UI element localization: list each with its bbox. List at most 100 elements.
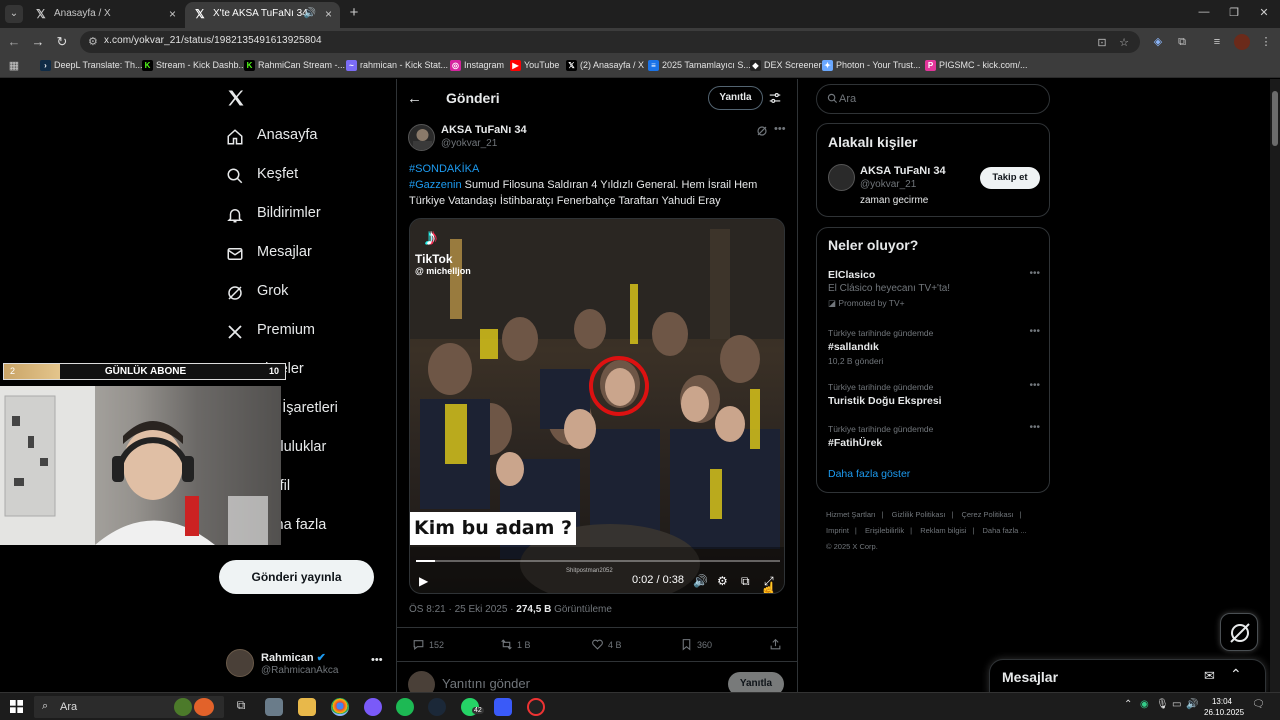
browser-tab-post[interactable]: 𝕏 X'te AKSA TuFaNı 34: "#SOI 🔊 ×	[185, 2, 340, 28]
bookmark-item[interactable]: ✦ Photon - Your Trust...	[822, 60, 921, 71]
post-timestamp[interactable]: ÖS 8:21 · 25 Eki 2025 ·	[409, 604, 516, 615]
spotify-icon[interactable]	[396, 698, 414, 716]
volume-icon[interactable]: 🔊	[1186, 699, 1198, 710]
app-icon[interactable]	[364, 698, 382, 716]
reload-icon[interactable]: ↻	[54, 34, 70, 50]
footer-link[interactable]: Reklam bilgisi	[920, 526, 966, 535]
bookmark-item[interactable]: ◆ DEX Screener	[750, 60, 822, 71]
whatsapp-icon[interactable]: 42	[461, 698, 484, 716]
profile-avatar-icon[interactable]	[1234, 34, 1250, 50]
show-more-link[interactable]: Daha fazla göster	[828, 468, 910, 480]
browser-menu-icon[interactable]: ⋮	[1258, 34, 1274, 50]
new-message-icon[interactable]: ✉	[1204, 668, 1215, 684]
bookmark-item[interactable]: › DeepL Translate: Th...	[40, 60, 143, 71]
trend-item[interactable]: Türkiye tarihinde gündemde #sallandık 10…	[828, 326, 1040, 368]
app-icon[interactable]	[265, 698, 283, 716]
x-logo-icon[interactable]	[226, 88, 246, 108]
sliders-icon[interactable]	[768, 91, 782, 105]
extensions-puzzle-icon[interactable]: ⧉	[1174, 34, 1190, 50]
bookmark-item[interactable]: ◎ Instagram	[450, 60, 504, 71]
close-window-button[interactable]: ✕	[1254, 6, 1274, 19]
bookmark-item[interactable]: ~ rahmican - Kick Stat...	[346, 60, 448, 71]
notifications-icon[interactable]: 🗨	[1252, 699, 1265, 710]
play-icon[interactable]: ▶	[419, 574, 428, 588]
bookmark-item[interactable]: ▶ YouTube	[510, 60, 559, 71]
hashtag-link[interactable]: #Gazzenin	[409, 179, 462, 191]
more-dots-icon[interactable]: •••	[1029, 422, 1040, 433]
tab-close-icon[interactable]: ×	[169, 2, 176, 26]
microphone-icon[interactable]: 🎙	[1156, 699, 1169, 710]
messages-drawer[interactable]: Mesajlar ✉ ⌃	[989, 659, 1266, 692]
network-icon[interactable]: ▭	[1172, 699, 1181, 710]
task-view-icon[interactable]: ⧉	[232, 698, 250, 716]
related-name[interactable]: AKSA TuFaNı 34	[860, 165, 946, 177]
video-progress-bar[interactable]	[416, 560, 780, 562]
bookmark-action[interactable]: 360	[680, 638, 712, 651]
footer-link[interactable]: Çerez Politikası	[961, 510, 1013, 519]
more-dots-icon[interactable]: •••	[774, 123, 786, 135]
bookmark-star-icon[interactable]: ☆	[1117, 36, 1131, 49]
footer-link[interactable]: Erişilebilirlik	[865, 526, 904, 535]
page-scrollbar[interactable]	[1270, 79, 1280, 692]
follow-button[interactable]: Takip et	[980, 167, 1040, 189]
bookmark-item[interactable]: K Stream - Kick Dashb...	[142, 60, 246, 71]
post-button[interactable]: Gönderi yayınla	[219, 560, 374, 594]
more-dots-icon[interactable]: •••	[1029, 268, 1040, 279]
more-dots-icon[interactable]: •••	[1029, 326, 1040, 337]
more-dots-icon[interactable]: •••	[371, 654, 383, 666]
install-app-icon[interactable]: ⊡	[1095, 36, 1109, 49]
search-input[interactable]: Ara	[816, 84, 1050, 114]
steam-icon[interactable]	[428, 698, 446, 716]
like-action[interactable]: 4 B	[591, 638, 622, 651]
avatar[interactable]	[828, 164, 855, 191]
forward-icon[interactable]: →	[30, 34, 46, 50]
media-control-icon[interactable]: ≡	[1209, 34, 1225, 50]
author-name[interactable]: AKSA TuFaNı 34	[441, 124, 527, 136]
reply-header-button[interactable]: Yanıtla	[708, 86, 763, 110]
file-explorer-icon[interactable]	[298, 698, 316, 716]
chrome-icon[interactable]	[331, 698, 349, 716]
address-bar[interactable]: ⚙ x.com/yokvar_21/status/198213549161392…	[80, 31, 1140, 53]
pip-icon[interactable]: ⧉	[741, 574, 750, 589]
site-info-icon[interactable]: ⚙	[88, 35, 98, 48]
chevron-up-icon[interactable]: ⌃	[1124, 699, 1132, 710]
bookmark-item[interactable]: ≡ 2025 Tamamlayıcı S...	[648, 60, 751, 71]
back-arrow-icon[interactable]: ←	[407, 90, 422, 107]
back-icon[interactable]: ←	[6, 34, 22, 50]
author-avatar[interactable]	[408, 124, 435, 151]
restore-button[interactable]: ❐	[1224, 6, 1244, 19]
repost-action[interactable]: 1 B	[500, 638, 531, 651]
tab-search-button[interactable]: ⌄	[5, 5, 23, 23]
footer-link[interactable]: Imprint	[826, 526, 849, 535]
bookmark-item[interactable]: K RahmiCan Stream -...	[244, 60, 345, 71]
speaker-icon[interactable]: 🔊	[304, 2, 316, 26]
scrollbar-thumb[interactable]	[1272, 91, 1278, 146]
trend-item[interactable]: ElClasico El Clásico heyecanı TV+'ta! ◪ …	[828, 268, 1040, 310]
author-handle[interactable]: @yokvar_21	[441, 138, 497, 149]
windows-start-icon[interactable]	[10, 700, 23, 713]
chevron-up-icon[interactable]: ⌃	[1230, 666, 1242, 683]
settings-gear-icon[interactable]: ⚙	[717, 574, 728, 588]
video-player[interactable]: ♪ TikTok @ michelljon Kim bu adam ? Shit…	[409, 218, 785, 594]
account-switcher[interactable]: Rahmican ✔ @RahmicanAkca •••	[226, 649, 386, 679]
tray-app-icon[interactable]: ◉	[1140, 699, 1149, 710]
bookmark-item[interactable]: P PIGSMC - kick.com/...	[925, 60, 1028, 71]
app-icon[interactable]	[494, 698, 512, 716]
apps-grid-icon[interactable]: ▦	[6, 58, 22, 74]
hashtag-link[interactable]: #SONDAKİKA	[409, 163, 479, 175]
grok-icon[interactable]	[756, 125, 768, 137]
browser-tab-home[interactable]: 𝕏 Anasayfa / X ×	[26, 2, 184, 28]
footer-link[interactable]: Hizmet Şartları	[826, 510, 876, 519]
footer-link[interactable]: Gizlilik Politikası	[892, 510, 946, 519]
volume-icon[interactable]: 🔊	[693, 574, 708, 588]
reply-submit-button[interactable]: Yanıtla	[728, 672, 784, 692]
system-clock[interactable]: 13:04 26.10.2025	[1204, 696, 1244, 718]
trend-item[interactable]: Türkiye tarihinde gündemde Turistik Doğu…	[828, 380, 1040, 408]
grok-floating-button[interactable]	[1220, 613, 1258, 651]
more-dots-icon[interactable]: •••	[1029, 380, 1040, 391]
tab-close-icon[interactable]: ×	[325, 2, 332, 26]
reply-input[interactable]: Yanıtını gönder	[442, 676, 530, 691]
reply-action[interactable]: 152	[412, 638, 444, 651]
obs-icon[interactable]	[527, 698, 545, 716]
share-action[interactable]	[769, 638, 786, 651]
